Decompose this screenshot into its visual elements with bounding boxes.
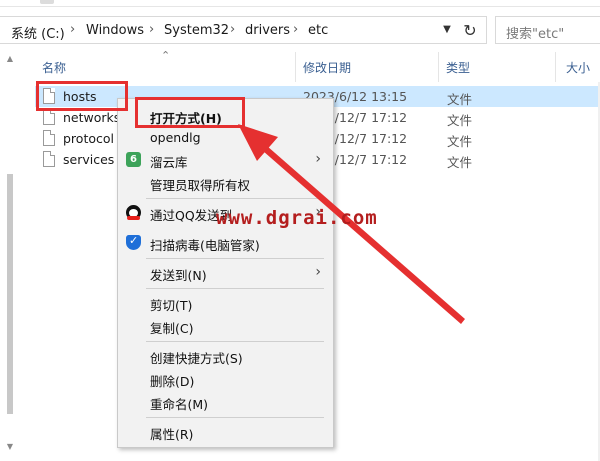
menu-item-label: 创建快捷方式(S) xyxy=(150,351,243,366)
hosts-highlight-box xyxy=(36,81,128,111)
menu-item-label: 发送到(N) xyxy=(150,268,207,283)
menu-item-label: 复制(C) xyxy=(150,321,194,336)
menu-item-create-shortcut[interactable]: 创建快捷方式(S) xyxy=(118,345,333,367)
submenu-arrow-icon: › xyxy=(315,151,321,167)
breadcrumb-system32[interactable]: System32 xyxy=(164,23,229,38)
menu-item-label: 扫描病毒(电脑管家) xyxy=(150,238,260,253)
menu-item-send-to[interactable]: 发送到(N) › xyxy=(118,262,333,284)
file-icon xyxy=(43,109,55,125)
breadcrumb-separator[interactable]: › xyxy=(70,22,75,37)
file-name: protocol xyxy=(63,131,114,146)
menu-separator xyxy=(146,417,324,418)
search-placeholder: 搜索"etc" xyxy=(506,27,565,42)
file-type: 文件 xyxy=(447,134,473,149)
liuyunku-icon: 6 xyxy=(126,152,141,167)
file-name: networks xyxy=(63,110,121,125)
file-type: 文件 xyxy=(447,92,473,107)
column-header-name[interactable]: 名称 xyxy=(42,59,66,76)
menu-item-label: 溜云库 xyxy=(150,155,188,170)
column-header-size[interactable]: 大小 xyxy=(566,59,590,76)
file-name: services xyxy=(63,152,115,167)
column-divider[interactable] xyxy=(555,52,556,82)
scroll-thumb[interactable] xyxy=(7,174,13,414)
menu-item-scan-virus[interactable]: 扫描病毒(电脑管家) xyxy=(118,232,333,254)
qq-penguin-icon xyxy=(126,205,141,220)
column-header-type[interactable]: 类型 xyxy=(446,59,470,76)
menu-item-take-ownership[interactable]: 管理员取得所有权 xyxy=(118,172,333,194)
menu-item-cut[interactable]: 剪切(T) xyxy=(118,292,333,314)
column-header-date[interactable]: 修改日期 xyxy=(303,59,351,76)
menu-item-label: 重命名(M) xyxy=(150,397,209,412)
menu-item-label: opendlg xyxy=(150,130,201,145)
menu-separator xyxy=(146,258,324,259)
search-input[interactable]: 搜索"etc" xyxy=(495,16,600,44)
address-box[interactable]: 系统 (C:) › Windows › System32 › drivers ›… xyxy=(0,16,487,44)
breadcrumb-separator[interactable]: › xyxy=(293,22,298,37)
breadcrumb-separator[interactable]: › xyxy=(230,22,235,37)
menu-item-label: 管理员取得所有权 xyxy=(150,178,251,193)
watermark: www.dgrai.com xyxy=(216,207,378,229)
navigation-pane: ▲ ▼ xyxy=(0,48,20,461)
submenu-arrow-icon: › xyxy=(315,264,321,280)
menu-item-copy[interactable]: 复制(C) xyxy=(118,315,333,337)
menu-item-label: 剪切(T) xyxy=(150,298,193,313)
column-divider[interactable] xyxy=(295,52,296,82)
shield-icon xyxy=(126,234,141,250)
menu-item-opendlg[interactable]: opendlg xyxy=(118,127,333,149)
address-bar: 系统 (C:) › Windows › System32 › drivers ›… xyxy=(0,14,600,48)
breadcrumb-drive[interactable]: 系统 (C:) xyxy=(11,23,65,42)
context-menu: 打开方式(H) opendlg 6 溜云库 › 管理员取得所有权 通过QQ发送到… xyxy=(117,98,334,448)
menu-item-label: 删除(D) xyxy=(150,374,195,389)
scroll-up-icon[interactable]: ▲ xyxy=(5,54,15,66)
breadcrumb-windows[interactable]: Windows xyxy=(86,23,144,38)
chevron-down-icon[interactable]: ▼ xyxy=(439,21,455,39)
menu-item-properties[interactable]: 属性(R) xyxy=(118,421,333,443)
open-with-highlight-box xyxy=(135,97,245,128)
ribbon-fragment xyxy=(40,0,54,4)
column-divider[interactable] xyxy=(438,52,439,82)
file-type: 文件 xyxy=(447,155,473,170)
breadcrumb-etc[interactable]: etc xyxy=(308,23,328,38)
menu-separator xyxy=(146,341,324,342)
file-type: 文件 xyxy=(447,113,473,128)
menu-item-label: 属性(R) xyxy=(150,427,194,442)
refresh-icon[interactable]: ↻ xyxy=(457,19,483,43)
file-icon xyxy=(43,130,55,146)
scroll-down-icon[interactable]: ▼ xyxy=(5,442,15,454)
menu-separator xyxy=(146,198,324,199)
menu-item-liuyunku[interactable]: 6 溜云库 › xyxy=(118,149,333,171)
menu-item-delete[interactable]: 删除(D) xyxy=(118,368,333,390)
file-icon xyxy=(43,151,55,167)
column-headers: ⌃ 名称 修改日期 类型 大小 xyxy=(25,49,600,82)
breadcrumb-drivers[interactable]: drivers xyxy=(245,23,290,38)
breadcrumb-separator[interactable]: › xyxy=(149,22,154,37)
menu-separator xyxy=(146,288,324,289)
menu-item-rename[interactable]: 重命名(M) xyxy=(118,391,333,413)
ribbon-edge xyxy=(0,0,600,7)
nav-scrollbar[interactable]: ▲ ▼ xyxy=(5,54,15,454)
sort-ascending-icon: ⌃ xyxy=(161,49,171,62)
